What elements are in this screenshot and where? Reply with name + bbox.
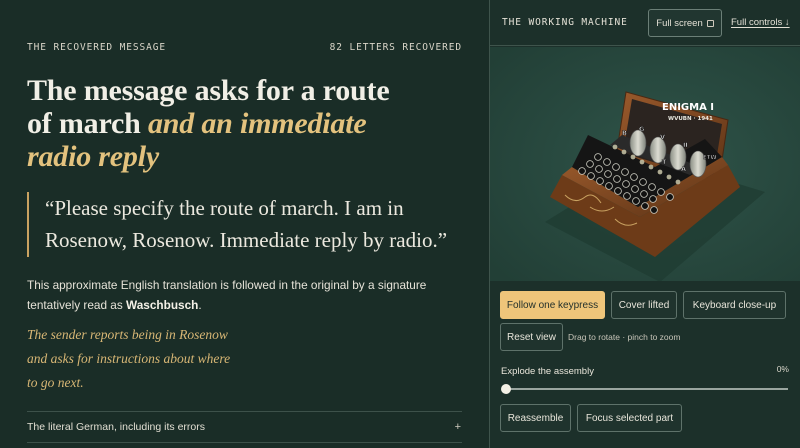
rotor-label-t: T: [662, 158, 667, 166]
keyboard-closeup-button[interactable]: Keyboard close-up: [683, 291, 786, 319]
note-line-2: and asks for instructions about where: [27, 351, 231, 366]
follow-keypress-button[interactable]: Follow one keypress: [500, 291, 605, 319]
translation-explanation: This approximate English translation is …: [27, 276, 467, 315]
focus-part-button[interactable]: Focus selected part: [577, 404, 682, 432]
explode-slider-track[interactable]: [505, 388, 788, 390]
explode-label: Explode the assembly: [501, 366, 594, 377]
enigma-machine-model[interactable]: ENIGMA I WVUBN · 1941 B G V T II A ETW: [490, 47, 800, 281]
note-line-1: The sender reports being in Rosenow: [27, 327, 228, 342]
machine-panel-title: THE WORKING MACHINE: [502, 17, 628, 28]
reassemble-button[interactable]: Reassemble: [500, 404, 571, 432]
reset-view-button[interactable]: Reset view: [500, 323, 563, 351]
cover-lifted-button[interactable]: Cover lifted: [611, 291, 677, 319]
fullscreen-icon: [706, 19, 714, 27]
headline-line-2: of march: [27, 107, 148, 140]
rotor-label-v: V: [660, 133, 665, 141]
headline-emphasis-2: radio reply: [27, 140, 159, 173]
page-headline: The message asks for a route of march an…: [27, 74, 467, 173]
body-line-2: tentatively read as: [27, 297, 127, 312]
rotor-label-etw: ETW: [703, 155, 717, 161]
explode-value: 0%: [776, 364, 789, 374]
signature-name: Waschbusch: [126, 297, 199, 312]
message-panel: THE RECOVERED MESSAGE 82 LETTERS RECOVER…: [0, 0, 489, 448]
machine-panel-header: THE WORKING MACHINE Full screen Full con…: [490, 0, 800, 46]
headline-emphasis-1: and an immediate: [147, 107, 367, 140]
3d-viewer[interactable]: ENIGMA I WVUBN · 1941 B G V T II A ETW: [490, 47, 800, 281]
explode-slider-thumb[interactable]: [501, 384, 511, 394]
literal-german-accordion[interactable]: The literal German, including its errors…: [27, 412, 462, 442]
full-screen-button[interactable]: Full screen: [648, 9, 722, 37]
message-header: THE RECOVERED MESSAGE 82 LETTERS RECOVER…: [27, 42, 462, 53]
expand-plus-icon[interactable]: +: [455, 421, 462, 433]
quote-line-1: “Please specify the route of march. I am…: [45, 196, 404, 220]
full-controls-link[interactable]: Full controls ↓: [731, 17, 790, 28]
letters-count: 82 LETTERS RECOVERED: [329, 42, 462, 53]
accordion-label: The literal German, including its errors: [27, 421, 205, 433]
quote-line-2: Rosenow, Rosenow. Immediate reply by rad…: [45, 228, 448, 252]
translation-quote: “Please specify the route of march. I am…: [27, 192, 467, 257]
headline-line-1: The message asks for a route: [27, 74, 390, 107]
rotor-label-a: A: [681, 165, 686, 173]
sender-note: The sender reports being in Rosenow and …: [27, 323, 267, 395]
machine-controls: Follow one keypress Cover lifted Keyboar…: [490, 281, 800, 448]
rotor-label-g: G: [639, 125, 644, 133]
body-line-2-end: .: [198, 297, 202, 312]
section-eyebrow: THE RECOVERED MESSAGE: [27, 42, 167, 53]
machine-panel: THE WORKING MACHINE Full screen Full con…: [489, 0, 800, 448]
accordion-divider-bottom: [27, 442, 462, 443]
full-screen-label: Full screen: [656, 17, 703, 29]
rotor-label-b: B: [622, 129, 627, 137]
rotor-label-ii: II: [683, 141, 688, 149]
body-line-1: This approximate English translation is …: [27, 278, 427, 292]
note-line-3: to go next.: [27, 375, 84, 390]
machine-subtitle: WVUBN · 1941: [668, 116, 713, 122]
drag-hint: Drag to rotate · pinch to zoom: [568, 332, 681, 342]
machine-name: ENIGMA I: [662, 102, 714, 113]
